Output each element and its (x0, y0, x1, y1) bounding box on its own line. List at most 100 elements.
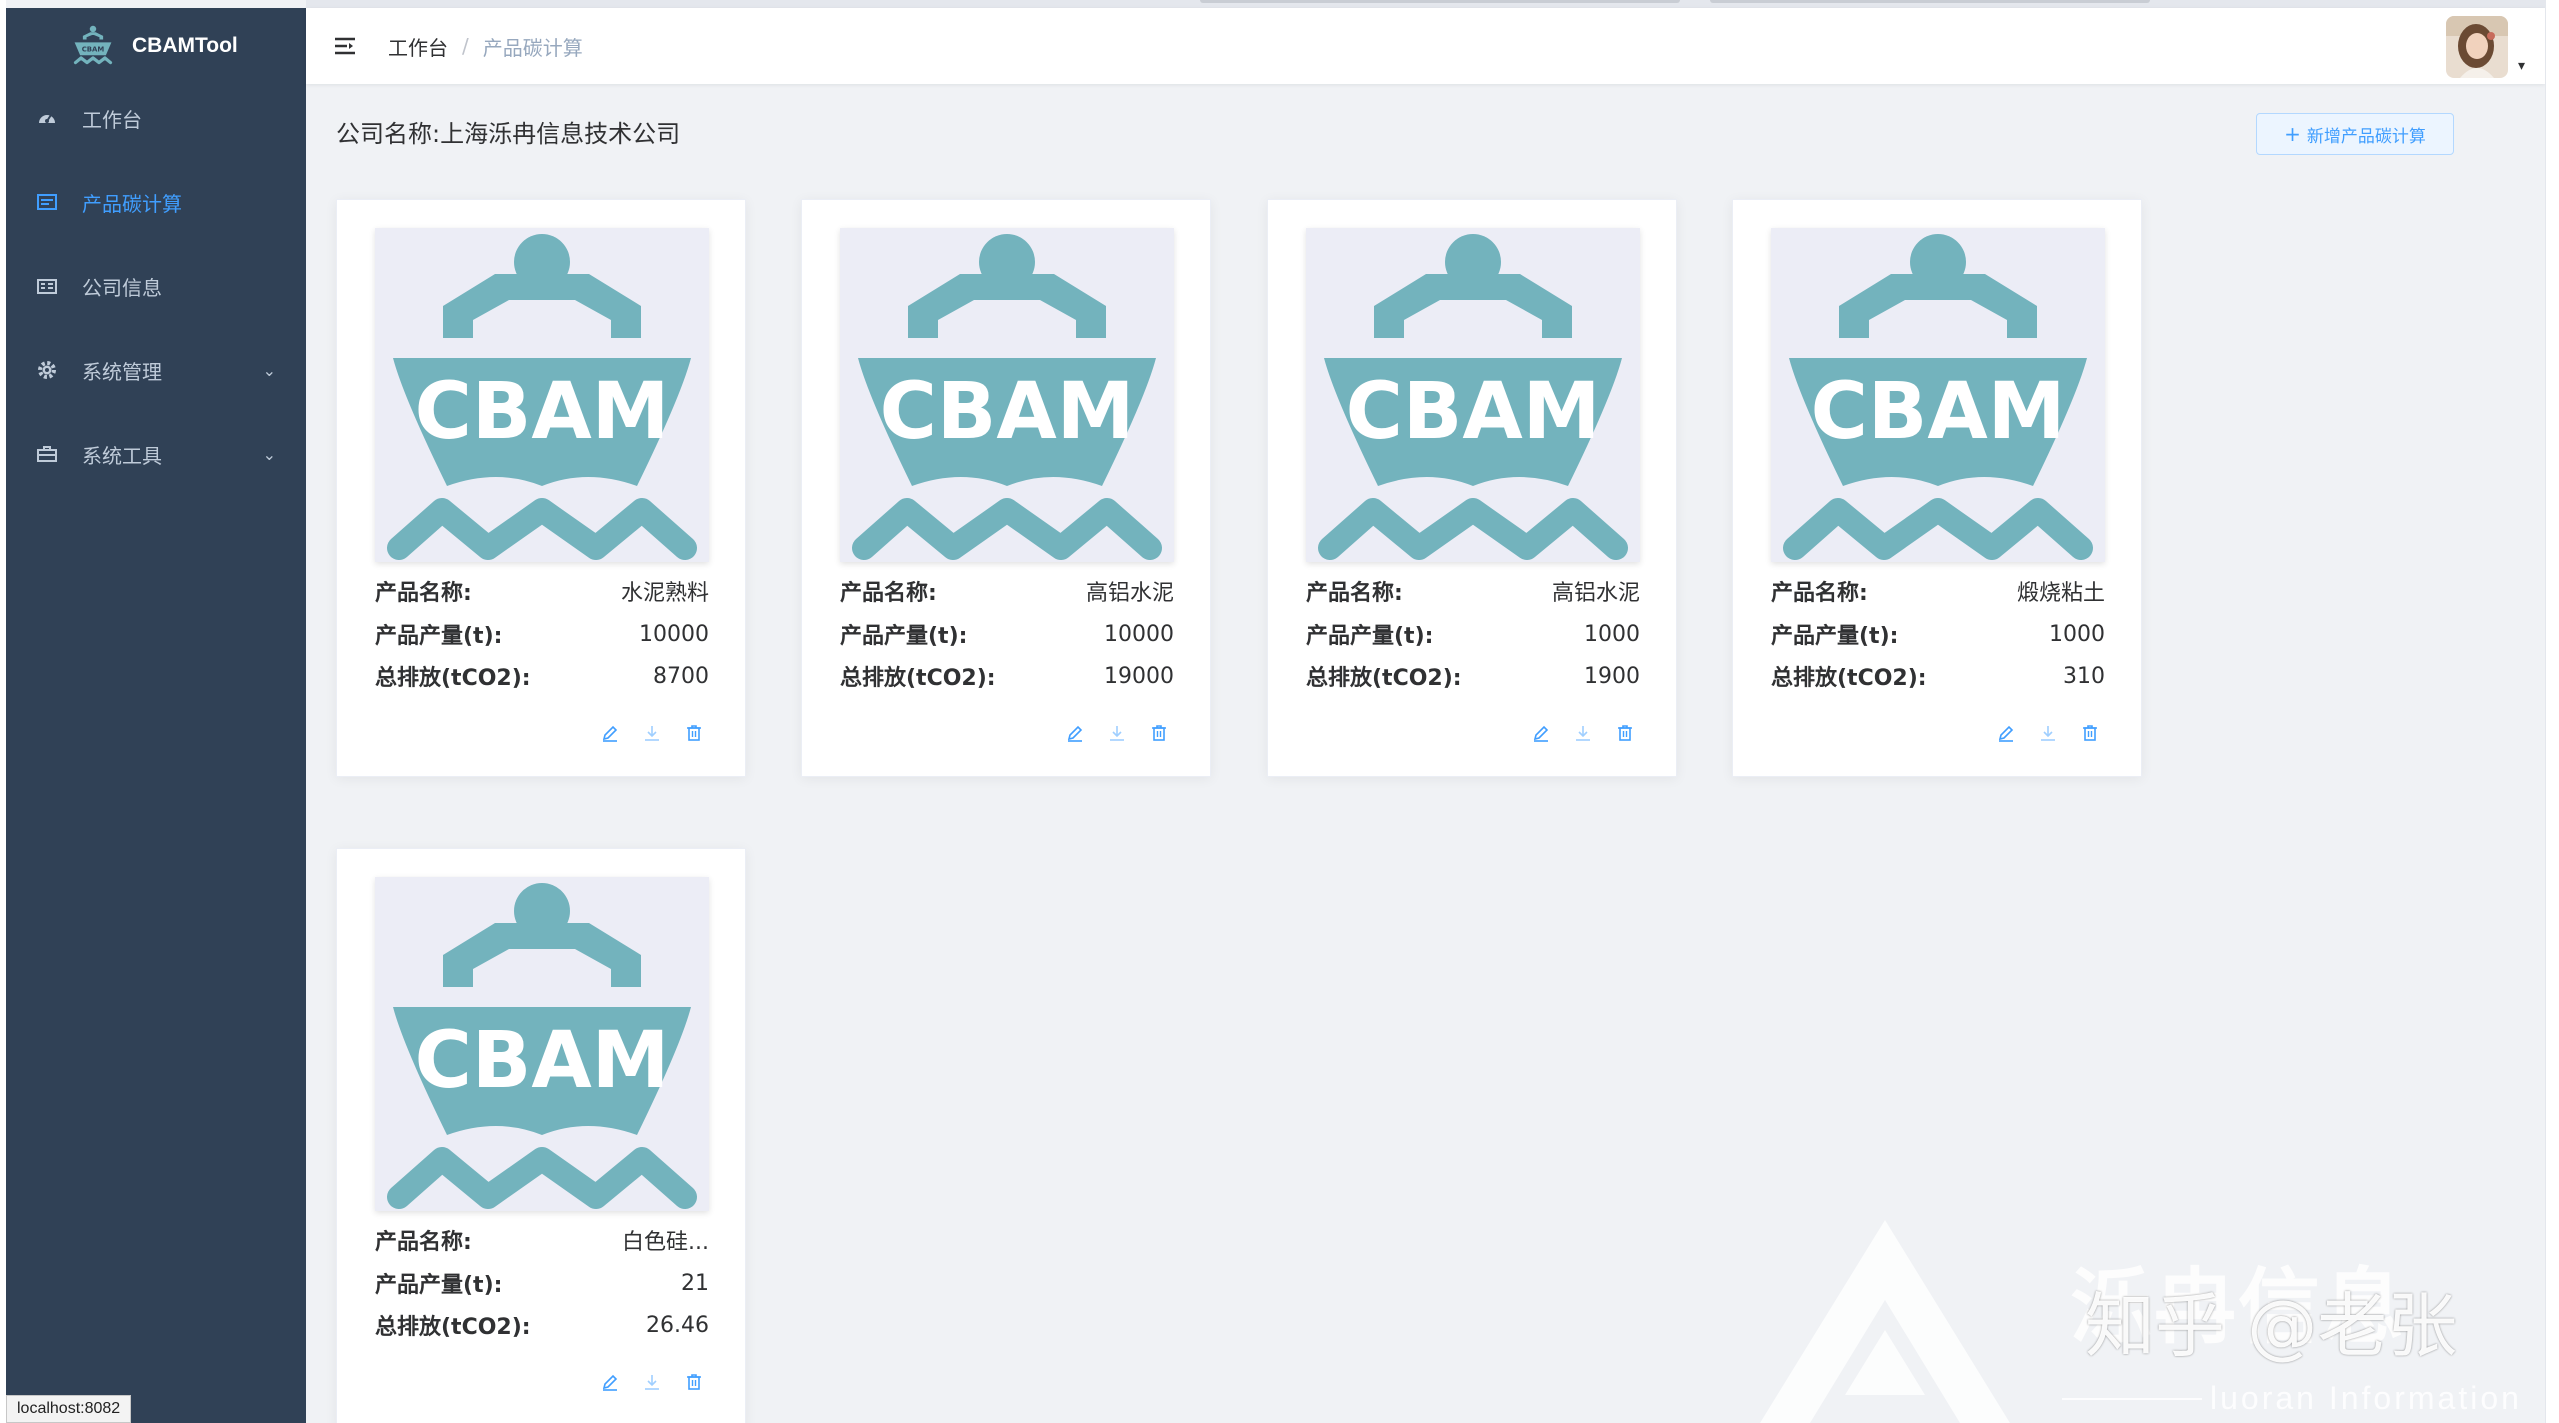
window-right-edge (2545, 0, 2559, 1423)
watermark-subtitle: luoran Information (2210, 1380, 2522, 1416)
document-icon (36, 191, 58, 213)
sidebar-item-label: 工作台 (82, 107, 142, 132)
sidebar: CBAM CBAMTool 工作台 产品碳计算 公司信息 系统管理 ⌄ 系统工具 (6, 8, 306, 1423)
product-name-label: 产品名称: (1771, 581, 1868, 606)
product-image: CBAM (1306, 228, 1640, 562)
cbam-logo-icon: CBAM (375, 877, 709, 1211)
total-emission-row: 总排放(tCO2): 8700 (375, 659, 709, 693)
user-menu[interactable]: ▾ (2445, 16, 2525, 78)
product-output-row: 产品产量(t): 21 (375, 1266, 709, 1300)
logo-text: CBAM (415, 367, 670, 457)
download-icon[interactable] (2035, 720, 2061, 746)
chevron-down-icon: ⌄ (262, 444, 276, 464)
sidebar-item-company-info[interactable]: 公司信息 (6, 244, 306, 328)
sidebar-item-workbench[interactable]: 工作台 (6, 76, 306, 160)
delete-icon[interactable] (2077, 720, 2103, 746)
delete-icon[interactable] (681, 1369, 707, 1395)
product-output-label: 产品产量(t): (375, 1273, 503, 1298)
cbam-logo-icon: CBAM (375, 228, 709, 562)
product-name-row: 产品名称: 水泥熟料 (375, 574, 709, 608)
hamburger-toggle-icon[interactable] (330, 31, 360, 61)
app-title: CBAMTool (132, 34, 238, 57)
dashboard-icon (36, 107, 58, 129)
product-image: CBAM (840, 228, 1174, 562)
gear-icon (36, 359, 58, 381)
logo-text: CBAM (880, 367, 1135, 457)
breadcrumb-workbench[interactable]: 工作台 (388, 32, 448, 61)
product-output-value: 10000 (639, 621, 709, 647)
download-icon[interactable] (1104, 720, 1130, 746)
product-name-label: 产品名称: (375, 581, 472, 606)
product-name-value: 水泥熟料 (620, 581, 709, 606)
luoran-watermark-logo (1760, 1220, 2010, 1423)
edit-icon[interactable] (597, 1369, 623, 1395)
product-name-row: 产品名称: 高铝水泥 (1306, 574, 1640, 608)
total-emission-label: 总排放(tCO2): (1771, 666, 1927, 691)
product-image: CBAM (1771, 228, 2105, 562)
toolbox-icon (36, 443, 58, 465)
download-icon[interactable] (639, 720, 665, 746)
product-card: CBAM 产品名称: 高铝水泥 产品产量(t): 1000 总排放(tCO2):… (1267, 199, 1677, 777)
add-button-label: 新增产品碳计算 (2306, 126, 2426, 147)
svg-text:CBAM: CBAM (82, 46, 105, 54)
sidebar-item-label: 公司信息 (82, 275, 162, 300)
delete-icon[interactable] (1146, 720, 1172, 746)
brand[interactable]: CBAM CBAMTool (6, 8, 306, 84)
edit-icon[interactable] (597, 720, 623, 746)
cbam-logo-icon: CBAM (1771, 228, 2105, 562)
product-output-label: 产品产量(t): (1306, 624, 1434, 649)
total-emission-row: 总排放(tCO2): 26.46 (375, 1308, 709, 1342)
card-actions (1528, 718, 1638, 748)
browser-tab-indicator (1710, 0, 2150, 3)
caret-down-icon: ▾ (2517, 58, 2525, 74)
total-emission-label: 总排放(tCO2): (375, 666, 531, 691)
total-emission-label: 总排放(tCO2): (840, 666, 996, 691)
card-actions (597, 1367, 707, 1397)
product-card: CBAM 产品名称: 白色硅... 产品产量(t): 21 总排放(tCO2):… (336, 848, 746, 1423)
total-emission-value: 8700 (653, 663, 709, 689)
product-name-label: 产品名称: (840, 581, 937, 606)
avatar[interactable] (2445, 16, 2508, 78)
breadcrumb-current: 产品碳计算 (482, 35, 583, 60)
product-name-value: 煅烧粘土 (2016, 581, 2105, 606)
total-emission-row: 总排放(tCO2): 310 (1771, 659, 2105, 693)
delete-icon[interactable] (681, 720, 707, 746)
download-icon[interactable] (639, 1369, 665, 1395)
sidebar-item-system-tools[interactable]: 系统工具 ⌄ (6, 412, 306, 496)
product-name-row: 产品名称: 高铝水泥 (840, 574, 1174, 608)
product-name-value: 高铝水泥 (1551, 581, 1640, 606)
product-name-label: 产品名称: (1306, 581, 1403, 606)
product-output-row: 产品产量(t): 10000 (375, 617, 709, 651)
total-emission-value: 1900 (1584, 663, 1640, 689)
product-name-row: 产品名称: 煅烧粘土 (1771, 574, 2105, 608)
cbam-logo-icon: CBAM (1306, 228, 1640, 562)
watermark-divider (2062, 1398, 2202, 1400)
delete-icon[interactable] (1612, 720, 1638, 746)
sidebar-item-label: 产品碳计算 (82, 191, 182, 216)
company-name: 公司名称:上海泺冉信息技术公司 (336, 114, 680, 149)
sidebar-item-label: 系统工具 (82, 443, 162, 468)
total-emission-row: 总排放(tCO2): 1900 (1306, 659, 1640, 693)
browser-tab-indicator (1200, 0, 1680, 3)
sidebar-item-system-management[interactable]: 系统管理 ⌄ (6, 328, 306, 412)
edit-icon[interactable] (1993, 720, 2019, 746)
download-icon[interactable] (1570, 720, 1596, 746)
edit-icon[interactable] (1528, 720, 1554, 746)
total-emission-value: 310 (2063, 663, 2105, 689)
sidebar-item-product-carbon[interactable]: 产品碳计算 (6, 160, 306, 244)
product-output-value: 21 (681, 1270, 709, 1296)
product-output-label: 产品产量(t): (375, 624, 503, 649)
card-actions (1993, 718, 2103, 748)
product-output-row: 产品产量(t): 10000 (840, 617, 1174, 651)
sidebar-item-label: 系统管理 (82, 359, 162, 384)
product-name-value: 白色硅... (622, 1230, 709, 1255)
breadcrumb-separator: / (462, 34, 469, 58)
cbam-logo-icon: CBAM (840, 228, 1174, 562)
chevron-down-icon: ⌄ (262, 360, 276, 380)
product-name-value: 高铝水泥 (1085, 581, 1174, 606)
plus-icon: + (2284, 122, 2301, 146)
product-output-value: 1000 (2049, 621, 2105, 647)
total-emission-value: 26.46 (646, 1312, 709, 1338)
add-product-carbon-button[interactable]: + 新增产品碳计算 (2256, 113, 2454, 155)
edit-icon[interactable] (1062, 720, 1088, 746)
